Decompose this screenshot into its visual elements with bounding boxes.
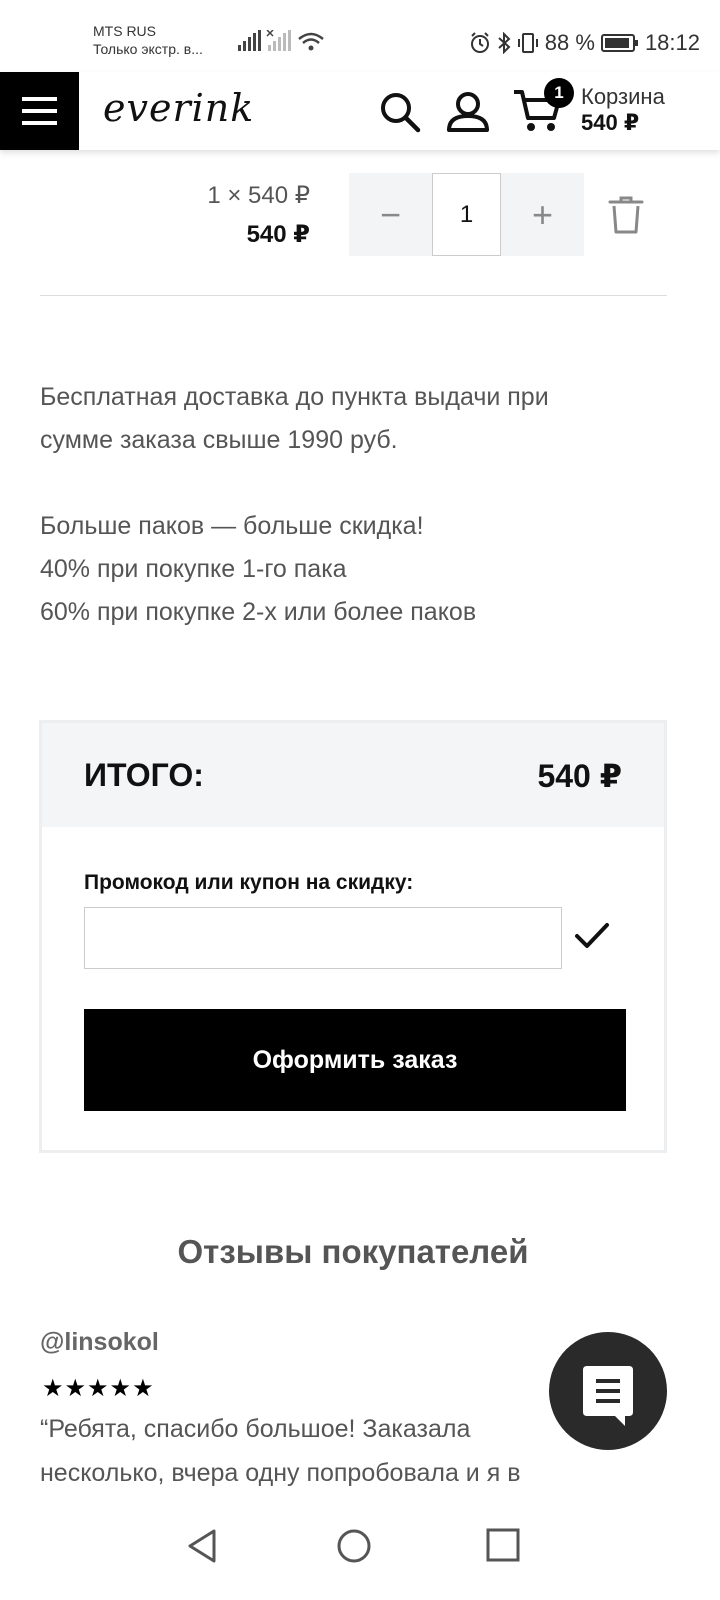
item-line-total: 540 ₽ (246, 221, 310, 248)
carrier-status: Только экстр. в... (93, 41, 203, 57)
review-text: “Ребята, спасибо большое! Заказала неско… (40, 1407, 600, 1495)
delivery-line: сумме заказа свыше 1990 руб. (40, 426, 398, 454)
decrease-quantity-button[interactable]: − (349, 173, 432, 256)
system-nav-bar (0, 1500, 720, 1600)
divider (40, 295, 667, 296)
vibrate-icon (517, 32, 539, 54)
item-unit-price: 1 × 540 ₽ (207, 182, 310, 209)
site-header: everink 1 Корзина 540 ₽ (0, 72, 720, 150)
chat-icon (583, 1366, 633, 1426)
logo[interactable]: everink (103, 86, 254, 130)
review-text-line: несколько, вчера одну попробовала и я в (40, 1459, 521, 1487)
trash-icon[interactable] (608, 195, 644, 240)
recents-icon[interactable] (486, 1528, 520, 1567)
discount-info: Больше паков — больше скидка! 40% при по… (40, 505, 680, 634)
chat-button[interactable] (549, 1332, 667, 1450)
user-icon[interactable] (446, 90, 490, 139)
carrier-info: MTS RUS Только экстр. в... (93, 22, 203, 58)
battery-icon (600, 33, 639, 53)
total-label: ИТОГО: (84, 757, 204, 793)
status-bar: MTS RUS Только экстр. в... 88 % 18:12 (0, 0, 720, 72)
total-value: 540 ₽ (537, 758, 622, 794)
menu-button[interactable] (0, 72, 79, 150)
checkout-button[interactable]: Оформить заказ (84, 1009, 626, 1111)
alarm-icon (469, 32, 491, 54)
quantity-stepper: − 1 + (349, 173, 584, 256)
status-right: 88 % 18:12 (469, 30, 700, 56)
reviews-title: Отзывы покупателей (177, 1233, 529, 1270)
apply-promo-check-icon[interactable] (574, 921, 610, 956)
back-icon[interactable] (186, 1528, 218, 1569)
search-icon[interactable] (378, 90, 422, 139)
review-author[interactable]: @linsokol (40, 1328, 159, 1357)
battery-percent: 88 % (544, 30, 595, 55)
discount-line: 40% при покупке 1-го пака (40, 555, 347, 583)
signal-icon (238, 29, 326, 57)
carrier-name: MTS RUS (93, 23, 156, 39)
order-summary: ИТОГО: 540 ₽ Промокод или купон на скидк… (39, 720, 667, 1153)
menu-bar-icon (22, 97, 57, 101)
cart-count-badge: 1 (544, 78, 574, 108)
discount-line: 60% при покупке 2-х или более паков (40, 598, 477, 626)
home-icon[interactable] (336, 1528, 372, 1569)
menu-bar-icon (22, 121, 57, 125)
delivery-info: Бесплатная доставка до пункта выдачи при… (40, 376, 680, 462)
cart-total[interactable]: 540 ₽ (581, 110, 639, 136)
delivery-line: Бесплатная доставка до пункта выдачи при (40, 383, 549, 411)
increase-quantity-button[interactable]: + (501, 173, 584, 256)
discount-line: Больше паков — больше скидка! (40, 512, 424, 540)
total-header: ИТОГО: 540 ₽ (42, 723, 664, 827)
review-rating-stars: ★★★★★ (42, 1375, 155, 1402)
cart-label[interactable]: Корзина (581, 84, 665, 110)
review-text-line: “Ребята, спасибо большое! Заказала (40, 1415, 471, 1443)
menu-bar-icon (22, 109, 57, 113)
promo-label: Промокод или купон на скидку: (84, 871, 414, 894)
promo-code-input[interactable] (84, 907, 562, 969)
clock: 18:12 (644, 30, 700, 55)
quantity-input[interactable]: 1 (432, 173, 501, 256)
bluetooth-icon (497, 32, 511, 54)
